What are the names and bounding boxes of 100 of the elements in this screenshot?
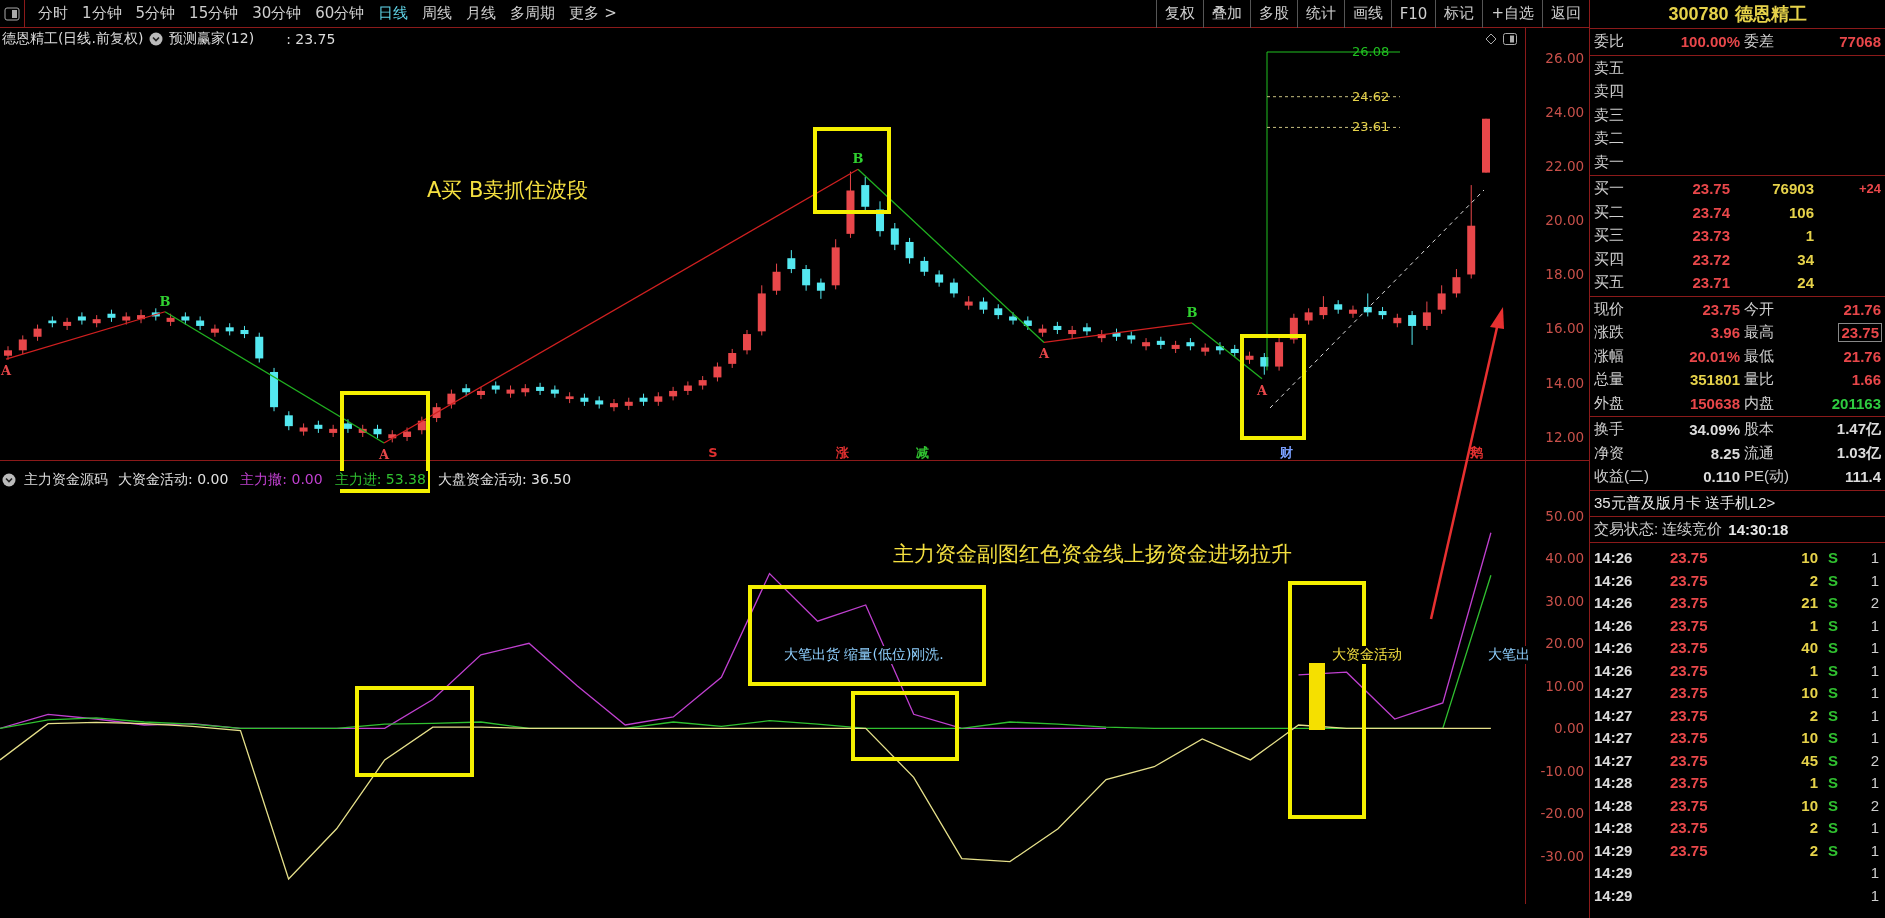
toolbar-button[interactable]: 返回 <box>1542 0 1589 28</box>
trade-side: S <box>1828 616 1838 634</box>
candlestick <box>1171 340 1180 354</box>
trade-price: 23.75 <box>1670 661 1708 679</box>
candlestick <box>1038 324 1047 338</box>
axis-label: 20.00 <box>1545 635 1585 652</box>
candlestick <box>1053 321 1062 335</box>
trade-side: S <box>1828 639 1838 657</box>
candlestick <box>920 256 929 277</box>
candlestick <box>255 332 264 363</box>
axis-label: -30.00 <box>1540 848 1585 865</box>
toolbar-button[interactable]: 复权 <box>1155 0 1203 28</box>
candlestick <box>639 393 648 407</box>
trade-count: 1 <box>1870 729 1879 747</box>
stock-name: 德恩精工 <box>1734 3 1807 26</box>
indicator-reading: 主力进: 53.38 <box>332 471 428 489</box>
field-value: 1.66 <box>1851 371 1881 389</box>
period-tab[interactable]: 周线 <box>415 0 460 27</box>
indicator-reading: 主力撤: 0.00 <box>238 471 325 489</box>
period-tab[interactable]: 1分钟 <box>75 0 129 27</box>
trade-count: 1 <box>1870 706 1879 724</box>
trade-count: 1 <box>1870 886 1879 904</box>
toolbar-button[interactable]: 画线 <box>1343 0 1391 28</box>
collapse-icon[interactable] <box>149 32 164 46</box>
bid-price: 23.75 <box>1692 180 1730 198</box>
trade-side: S <box>1828 841 1838 859</box>
trade-volume: 40 <box>1801 639 1818 657</box>
period-tab[interactable]: 日线 <box>371 0 416 27</box>
trade-time: 14:29 <box>1594 841 1634 859</box>
panel-toggle-icon[interactable] <box>1503 33 1517 45</box>
period-tab[interactable]: 30分钟 <box>245 0 309 27</box>
candlestick <box>905 237 914 265</box>
promo-link[interactable]: 35元普及版月卡 送手机L2> <box>1590 491 1780 515</box>
candlestick <box>1142 337 1151 351</box>
field-label: 最低 <box>1744 346 1774 366</box>
candlestick <box>846 171 855 239</box>
period-tab[interactable]: 5分钟 <box>128 0 183 27</box>
field-value: 0.110 <box>1703 468 1740 486</box>
candlestick <box>462 383 471 397</box>
period-tab[interactable]: 多周期 <box>503 0 563 27</box>
trade-side: S <box>1828 684 1838 702</box>
period-tab[interactable]: 15分钟 <box>182 0 246 27</box>
candlestick <box>713 362 722 382</box>
toolbar-button[interactable]: 统计 <box>1296 0 1344 28</box>
toolbar-button[interactable]: +自选 <box>1482 0 1542 28</box>
trade-price: 23.75 <box>1670 841 1708 859</box>
candlestick <box>506 385 515 399</box>
indicator-name: 预测赢家(12) <box>169 30 255 48</box>
candlestick <box>964 295 973 311</box>
candlestick <box>329 424 338 438</box>
field-label: 总量 <box>1594 370 1624 390</box>
toolbar-button[interactable]: 叠加 <box>1202 0 1250 28</box>
trade-side: S <box>1828 774 1838 792</box>
candlestick <box>210 324 219 338</box>
bid-price: 23.71 <box>1692 274 1730 292</box>
candlestick <box>1009 311 1018 326</box>
panel-toggle-icon[interactable] <box>4 6 20 21</box>
toolbar-button[interactable]: 多股 <box>1249 0 1297 28</box>
trade-side: S <box>1828 796 1838 814</box>
candlestick <box>1482 118 1490 174</box>
trade-side: S <box>1828 594 1838 612</box>
candlestick <box>1408 310 1417 346</box>
diamond-icon[interactable] <box>1485 33 1497 45</box>
trade-side: S <box>1828 729 1838 747</box>
field-value: 77068 <box>1839 33 1881 51</box>
trade-count: 1 <box>1870 639 1879 657</box>
collapse-icon[interactable] <box>2 473 16 487</box>
ask-level-label: 卖二 <box>1594 129 1624 149</box>
candlestick <box>181 311 190 326</box>
bid-price: 23.73 <box>1692 227 1730 245</box>
field-value: 23.75 <box>1702 300 1740 318</box>
trade-side: S <box>1828 571 1838 589</box>
candlestick <box>1319 295 1328 320</box>
trade-time: 14:26 <box>1594 549 1634 567</box>
axis-label: 0.00 <box>1554 720 1585 737</box>
period-tab[interactable]: 更多 > <box>562 0 624 27</box>
target-price-label: 24.62 <box>1352 88 1390 104</box>
candlestick <box>4 345 12 361</box>
period-tab[interactable]: 月线 <box>459 0 504 27</box>
trade-price: 23.75 <box>1670 549 1708 567</box>
annotation-text: A买 B卖抓住波段 <box>427 177 589 204</box>
period-tab[interactable]: 分时 <box>31 0 75 27</box>
candlestick <box>18 334 27 355</box>
toolbar-button[interactable]: 标记 <box>1435 0 1483 28</box>
candlestick <box>550 385 559 399</box>
candlestick <box>92 314 101 328</box>
ask-level-label: 卖三 <box>1594 105 1624 125</box>
candlestick <box>1304 307 1313 326</box>
candlestick <box>610 398 618 412</box>
field-value: 20.01% <box>1689 347 1740 365</box>
trade-count: 1 <box>1870 864 1879 882</box>
candlestick <box>890 222 899 251</box>
bid-price: 23.74 <box>1692 203 1730 221</box>
candlestick <box>1334 299 1343 315</box>
trade-price: 23.75 <box>1670 594 1708 612</box>
trade-time: 14:29 <box>1594 864 1634 882</box>
buy-signal-label: A <box>1038 346 1050 362</box>
field-value: 111.4 <box>1845 468 1881 486</box>
period-tab[interactable]: 60分钟 <box>308 0 372 27</box>
toolbar-button[interactable]: F10 <box>1390 0 1436 28</box>
